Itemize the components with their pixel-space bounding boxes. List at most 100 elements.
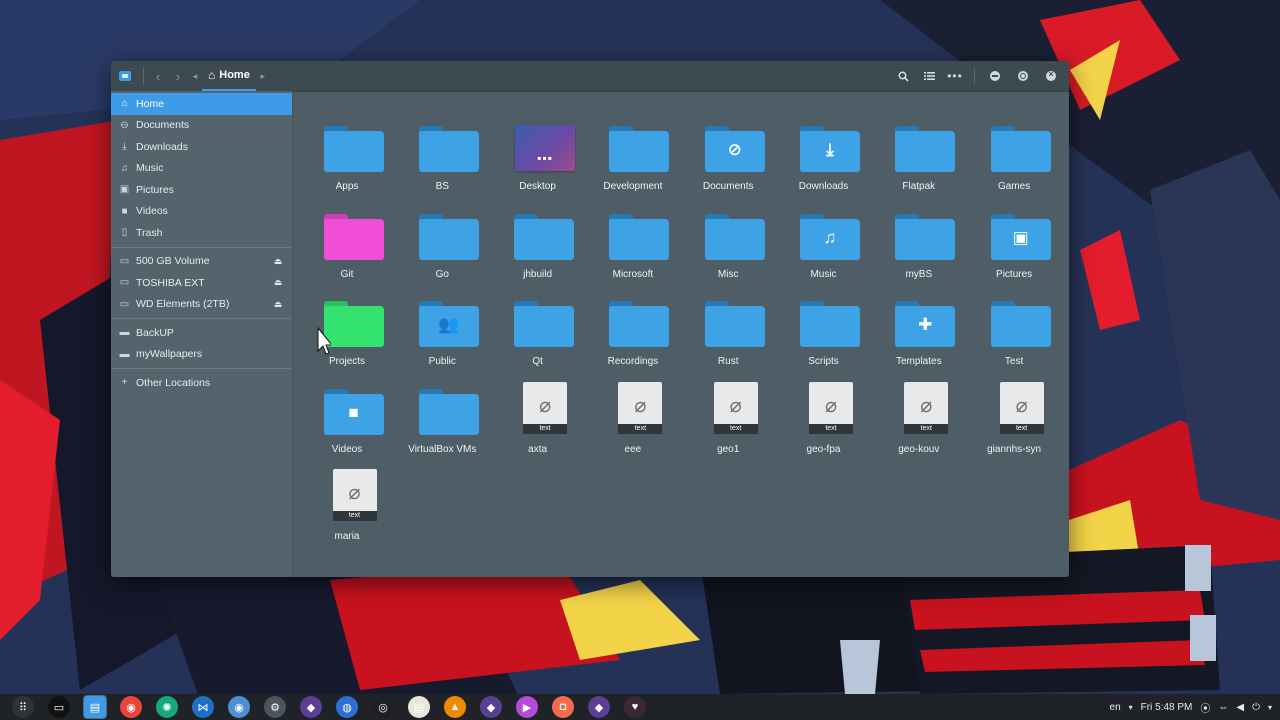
text-file-icon: ⌀ text: [713, 381, 758, 434]
file-item[interactable]: Games: [967, 105, 1062, 192]
eject-icon[interactable]: ⏏: [270, 277, 286, 288]
drive-icon: ▭: [119, 298, 130, 310]
file-name: giannhs-syn: [987, 443, 1042, 455]
more-options-button[interactable]: •••: [944, 65, 966, 87]
back-button[interactable]: ‹: [148, 61, 168, 91]
file-item[interactable]: Test: [967, 280, 1062, 367]
location-icon[interactable]: ⦿: [1200, 700, 1210, 715]
file-name: Downloads: [798, 181, 849, 192]
media-player-icon[interactable]: ▶: [516, 696, 538, 718]
steam-icon[interactable]: ⚙: [264, 696, 286, 718]
sidebar-item-toshiba-ext[interactable]: ▭ TOSHIBA EXT ⏏: [111, 272, 292, 294]
breadcrumb-right-arrow-icon[interactable]: ▸: [256, 71, 270, 82]
file-item[interactable]: Rust: [681, 280, 776, 367]
eject-icon[interactable]: ⏏: [270, 299, 286, 310]
file-item[interactable]: Development: [585, 105, 680, 192]
sidebar-item-mywallpapers[interactable]: ▬ myWallpapers: [111, 344, 292, 366]
app-icon[interactable]: ◆: [300, 696, 322, 718]
file-item[interactable]: Go: [395, 193, 490, 280]
app-menu-button[interactable]: [111, 61, 139, 91]
terminal-icon[interactable]: ▭: [48, 696, 70, 718]
files-icon[interactable]: ▤: [83, 695, 107, 719]
file-item[interactable]: ✚ Templates: [871, 280, 966, 367]
volume-icon[interactable]: ◀: [1236, 702, 1244, 713]
vscode-icon[interactable]: ⋈: [192, 696, 214, 718]
file-item[interactable]: ▣ Pictures: [967, 193, 1062, 280]
breadcrumb-home[interactable]: ⌂ Home: [202, 61, 256, 91]
chevron-down-icon[interactable]: ▾: [1129, 703, 1133, 712]
vlc-icon[interactable]: ▲: [444, 696, 466, 718]
file-item[interactable]: BS: [395, 105, 490, 192]
breadcrumb-left-arrow-icon[interactable]: ◂: [188, 71, 202, 82]
file-item[interactable]: ⌀ text giannhs-syn: [967, 368, 1062, 455]
eject-icon[interactable]: ⏏: [270, 256, 286, 267]
network-icon[interactable]: ⇔: [1218, 702, 1228, 713]
obs-icon[interactable]: ◎: [372, 696, 394, 718]
browser-icon[interactable]: ◍: [336, 696, 358, 718]
file-item[interactable]: Scripts: [776, 280, 871, 367]
chevron-down-icon[interactable]: ▾: [1268, 703, 1272, 712]
file-item[interactable]: ⌀ text eee: [585, 368, 680, 455]
apps-grid-icon[interactable]: ⠿: [12, 696, 34, 718]
app-icon[interactable]: ◆: [588, 696, 610, 718]
sidebar-item-trash[interactable]: ▯ Trash: [111, 222, 292, 244]
chromium-icon[interactable]: ◉: [228, 696, 250, 718]
file-item[interactable]: jhbuild: [490, 193, 585, 280]
file-item[interactable]: Git: [300, 193, 395, 280]
view-list-button[interactable]: [918, 65, 940, 87]
sidebar-item-500gb-volume[interactable]: ▭ 500 GB Volume ⏏: [111, 251, 292, 273]
file-item[interactable]: ⌀ text geo1: [681, 368, 776, 455]
file-item[interactable]: ♫ Music: [776, 193, 871, 280]
file-item[interactable]: Projects: [300, 280, 395, 367]
file-item[interactable]: myBS: [871, 193, 966, 280]
power-icon[interactable]: ⏻: [1252, 702, 1260, 713]
forward-button[interactable]: ›: [168, 61, 188, 91]
folder-icon: [323, 126, 384, 172]
minimize-button[interactable]: [990, 71, 1000, 81]
sidebar-item-videos[interactable]: ■ Videos: [111, 201, 292, 223]
file-name: Music: [810, 268, 837, 280]
file-item[interactable]: ⌀ text geo-kouv: [871, 368, 966, 455]
sidebar-item-documents[interactable]: ⊖ Documents: [111, 115, 292, 137]
file-item[interactable]: Apps: [300, 105, 395, 192]
sidebar-item-home[interactable]: ⌂ Home: [111, 93, 292, 115]
search-button[interactable]: [892, 65, 914, 87]
keyboard-layout[interactable]: en: [1110, 702, 1121, 713]
maximize-button[interactable]: [1018, 71, 1028, 81]
sidebar-item-pictures[interactable]: ▣ Pictures: [111, 179, 292, 201]
file-item[interactable]: VirtualBox VMs: [395, 368, 490, 455]
sidebar-item-music[interactable]: ♫ Music: [111, 158, 292, 180]
sidebar-item-wd-elements[interactable]: ▭ WD Elements (2TB) ⏏: [111, 294, 292, 316]
folder-icon: [895, 126, 956, 172]
file-item[interactable]: Qt: [490, 280, 585, 367]
close-button[interactable]: ×: [1046, 69, 1056, 81]
file-item[interactable]: Flatpak: [871, 105, 966, 192]
notes-icon[interactable]: ▤: [408, 696, 430, 718]
file-item[interactable]: ⊘ Documents: [681, 105, 776, 192]
sidebar-separator: [111, 368, 292, 369]
file-item[interactable]: 👥 Public: [395, 280, 490, 367]
heart-icon[interactable]: ♥: [624, 696, 646, 718]
folder-icon: [514, 213, 575, 260]
screenshot-icon[interactable]: ◘: [552, 696, 574, 718]
chrome-icon[interactable]: ◉: [120, 696, 142, 718]
gitkraken-icon[interactable]: ✺: [156, 696, 178, 718]
file-item[interactable]: Microsoft: [585, 193, 680, 280]
file-item[interactable]: Recordings: [585, 280, 680, 367]
music-icon: ♫: [120, 162, 129, 174]
app-icon[interactable]: ◆: [480, 696, 502, 718]
sidebar-item-backup[interactable]: ▬ BackUP: [111, 322, 292, 344]
sidebar-item-other-locations[interactable]: + Other Locations: [111, 372, 292, 394]
file-item[interactable]: ⌀ text axta: [490, 368, 585, 455]
file-item[interactable]: ⌀ text geo-fpa: [776, 368, 871, 455]
sidebar-item-downloads[interactable]: ⤓ Downloads: [111, 136, 292, 158]
file-item[interactable]: ▪▪▪ Desktop: [490, 105, 585, 192]
file-item[interactable]: ■ Videos: [300, 368, 395, 455]
mouse-pointer-icon: [317, 327, 331, 355]
file-item[interactable]: Misc: [681, 193, 776, 280]
sidebar-separator: [111, 318, 292, 319]
folder-icon: ▬: [119, 327, 130, 339]
file-item[interactable]: ⌀ text maria: [300, 455, 395, 542]
file-item[interactable]: ⤓ Downloads: [776, 105, 871, 192]
clock[interactable]: Fri 5:48 PM: [1141, 702, 1193, 713]
